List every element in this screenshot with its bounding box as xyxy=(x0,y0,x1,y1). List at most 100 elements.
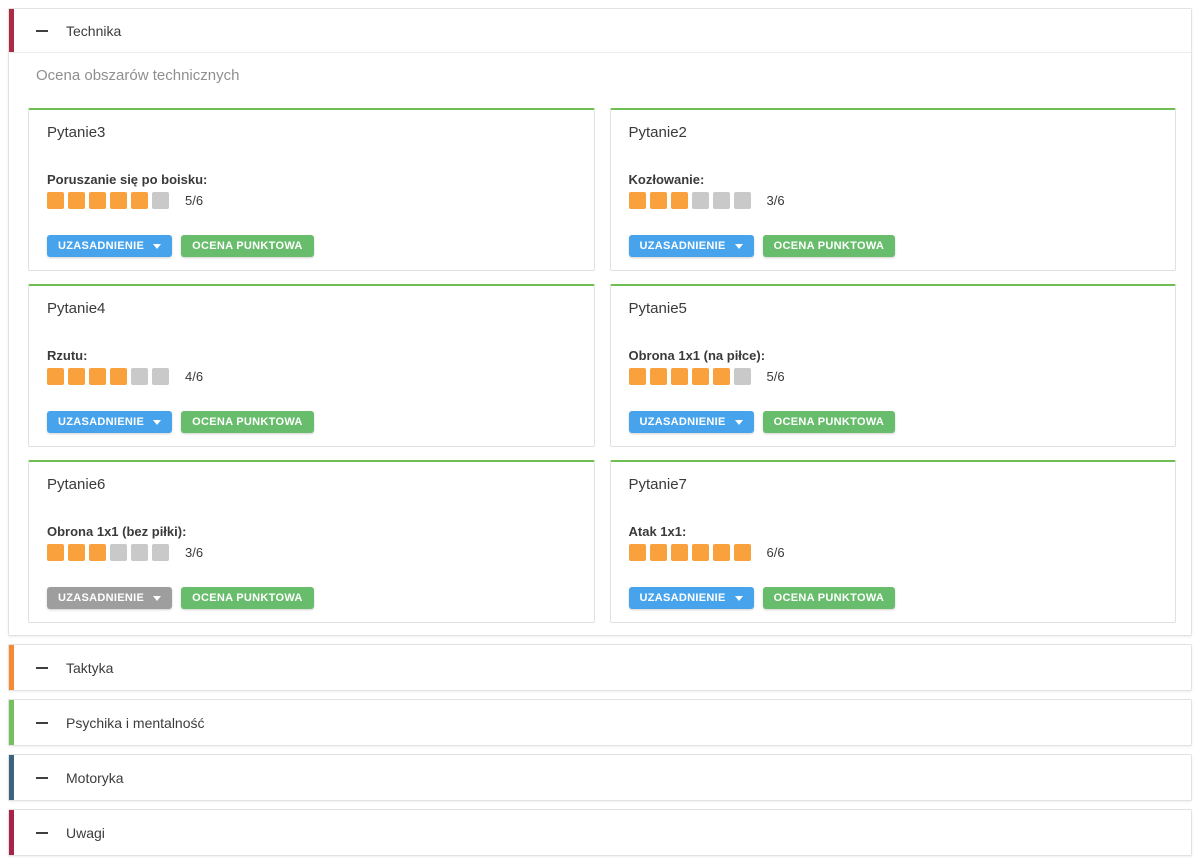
rating-squares xyxy=(47,544,173,561)
rating-square-empty[interactable] xyxy=(110,544,127,561)
rating-score: 4/6 xyxy=(185,369,203,384)
rating-square-filled[interactable] xyxy=(68,368,85,385)
card-actions: UZASADNIENIE OCENA PUNKTOWA xyxy=(47,587,576,609)
rating-square-empty[interactable] xyxy=(692,192,709,209)
section-title: Technika xyxy=(66,23,121,39)
rating-squares xyxy=(47,192,173,209)
section-header-motoryka[interactable]: Motoryka xyxy=(9,755,1191,800)
uzasadnienie-button-label: UZASADNIENIE xyxy=(58,416,144,428)
uzasadnienie-button[interactable]: UZASADNIENIE xyxy=(47,587,172,609)
rating-square-filled[interactable] xyxy=(47,192,64,209)
rating-square-empty[interactable] xyxy=(734,368,751,385)
section-header-uwagi[interactable]: Uwagi xyxy=(9,810,1191,855)
question-card-title: Pytanie3 xyxy=(47,124,576,141)
rating-square-empty[interactable] xyxy=(152,192,169,209)
rating-row: 5/6 xyxy=(47,192,576,209)
card-actions: UZASADNIENIE OCENA PUNKTOWA xyxy=(629,235,1158,257)
rating-score: 3/6 xyxy=(185,545,203,560)
rating-square-empty[interactable] xyxy=(734,192,751,209)
ocena-punktowa-button[interactable]: OCENA PUNKTOWA xyxy=(763,235,896,257)
ocena-punktowa-button[interactable]: OCENA PUNKTOWA xyxy=(181,411,314,433)
question-label: Obrona 1x1 (na piłce): xyxy=(629,348,1158,363)
rating-squares xyxy=(629,544,755,561)
rating-square-empty[interactable] xyxy=(152,544,169,561)
rating-square-filled[interactable] xyxy=(692,544,709,561)
uzasadnienie-button[interactable]: UZASADNIENIE xyxy=(629,411,754,433)
accordion-section-psychika: Psychika i mentalność xyxy=(8,699,1192,746)
section-title: Taktyka xyxy=(66,660,113,676)
rating-square-filled[interactable] xyxy=(110,192,127,209)
ocena-punktowa-button[interactable]: OCENA PUNKTOWA xyxy=(181,587,314,609)
rating-square-filled[interactable] xyxy=(713,544,730,561)
card-actions: UZASADNIENIE OCENA PUNKTOWA xyxy=(47,411,576,433)
uzasadnienie-button[interactable]: UZASADNIENIE xyxy=(47,235,172,257)
section-header-technika[interactable]: Technika xyxy=(9,9,1191,53)
section-title: Motoryka xyxy=(66,770,124,786)
rating-square-filled[interactable] xyxy=(47,544,64,561)
rating-square-filled[interactable] xyxy=(110,368,127,385)
accordion-section-technika: Technika Ocena obszarów technicznych Pyt… xyxy=(8,8,1192,636)
section-subtitle: Ocena obszarów technicznych xyxy=(28,67,1176,84)
rating-square-filled[interactable] xyxy=(734,544,751,561)
question-card: Pytanie7 Atak 1x1: 6/6 UZASADNIENIE OCEN… xyxy=(610,460,1177,623)
accent-bar xyxy=(9,755,14,800)
rating-square-filled[interactable] xyxy=(713,368,730,385)
rating-square-filled[interactable] xyxy=(692,368,709,385)
rating-square-empty[interactable] xyxy=(131,368,148,385)
rating-row: 6/6 xyxy=(629,544,1158,561)
question-card-title: Pytanie2 xyxy=(629,124,1158,141)
dropdown-caret-icon xyxy=(153,420,161,425)
rating-square-filled[interactable] xyxy=(89,544,106,561)
rating-squares xyxy=(629,368,755,385)
rating-square-filled[interactable] xyxy=(671,544,688,561)
rating-squares xyxy=(629,192,755,209)
section-title: Uwagi xyxy=(66,825,105,841)
ocena-punktowa-button-label: OCENA PUNKTOWA xyxy=(774,416,885,428)
rating-square-filled[interactable] xyxy=(650,544,667,561)
section-header-taktyka[interactable]: Taktyka xyxy=(9,645,1191,690)
technika-panel-body: Ocena obszarów technicznych Pytanie3 Por… xyxy=(9,53,1191,635)
ocena-punktowa-button-label: OCENA PUNKTOWA xyxy=(774,240,885,252)
rating-square-empty[interactable] xyxy=(131,544,148,561)
rating-square-filled[interactable] xyxy=(671,368,688,385)
ocena-punktowa-button[interactable]: OCENA PUNKTOWA xyxy=(763,587,896,609)
section-header-psychika[interactable]: Psychika i mentalność xyxy=(9,700,1191,745)
question-card: Pytanie2 Kozłowanie: 3/6 UZASADNIENIE OC… xyxy=(610,108,1177,271)
ocena-punktowa-button-label: OCENA PUNKTOWA xyxy=(192,240,303,252)
rating-score: 6/6 xyxy=(767,545,785,560)
rating-square-filled[interactable] xyxy=(89,368,106,385)
rating-square-filled[interactable] xyxy=(629,544,646,561)
collapse-minus-icon xyxy=(36,30,48,32)
ocena-punktowa-button[interactable]: OCENA PUNKTOWA xyxy=(181,235,314,257)
question-label: Obrona 1x1 (bez piłki): xyxy=(47,524,576,539)
uzasadnienie-button[interactable]: UZASADNIENIE xyxy=(629,235,754,257)
ocena-punktowa-button[interactable]: OCENA PUNKTOWA xyxy=(763,411,896,433)
rating-square-filled[interactable] xyxy=(650,192,667,209)
rating-square-filled[interactable] xyxy=(671,192,688,209)
dropdown-caret-icon xyxy=(735,420,743,425)
rating-square-filled[interactable] xyxy=(131,192,148,209)
rating-square-filled[interactable] xyxy=(68,192,85,209)
rating-square-filled[interactable] xyxy=(629,368,646,385)
dropdown-caret-icon xyxy=(153,596,161,601)
rating-square-filled[interactable] xyxy=(89,192,106,209)
card-actions: UZASADNIENIE OCENA PUNKTOWA xyxy=(47,235,576,257)
ocena-punktowa-button-label: OCENA PUNKTOWA xyxy=(192,416,303,428)
accordion-section-taktyka: Taktyka xyxy=(8,644,1192,691)
rating-square-empty[interactable] xyxy=(713,192,730,209)
question-card-title: Pytanie7 xyxy=(629,476,1158,493)
uzasadnienie-button[interactable]: UZASADNIENIE xyxy=(47,411,172,433)
question-card: Pytanie3 Poruszanie się po boisku: 5/6 U… xyxy=(28,108,595,271)
accent-bar xyxy=(9,9,14,52)
uzasadnienie-button-label: UZASADNIENIE xyxy=(640,240,726,252)
rating-square-filled[interactable] xyxy=(68,544,85,561)
rating-square-filled[interactable] xyxy=(629,192,646,209)
rating-square-filled[interactable] xyxy=(650,368,667,385)
rating-square-filled[interactable] xyxy=(47,368,64,385)
question-label: Poruszanie się po boisku: xyxy=(47,172,576,187)
rating-square-empty[interactable] xyxy=(152,368,169,385)
dropdown-caret-icon xyxy=(153,244,161,249)
uzasadnienie-button[interactable]: UZASADNIENIE xyxy=(629,587,754,609)
rating-row: 3/6 xyxy=(629,192,1158,209)
accordion-section-motoryka: Motoryka xyxy=(8,754,1192,801)
